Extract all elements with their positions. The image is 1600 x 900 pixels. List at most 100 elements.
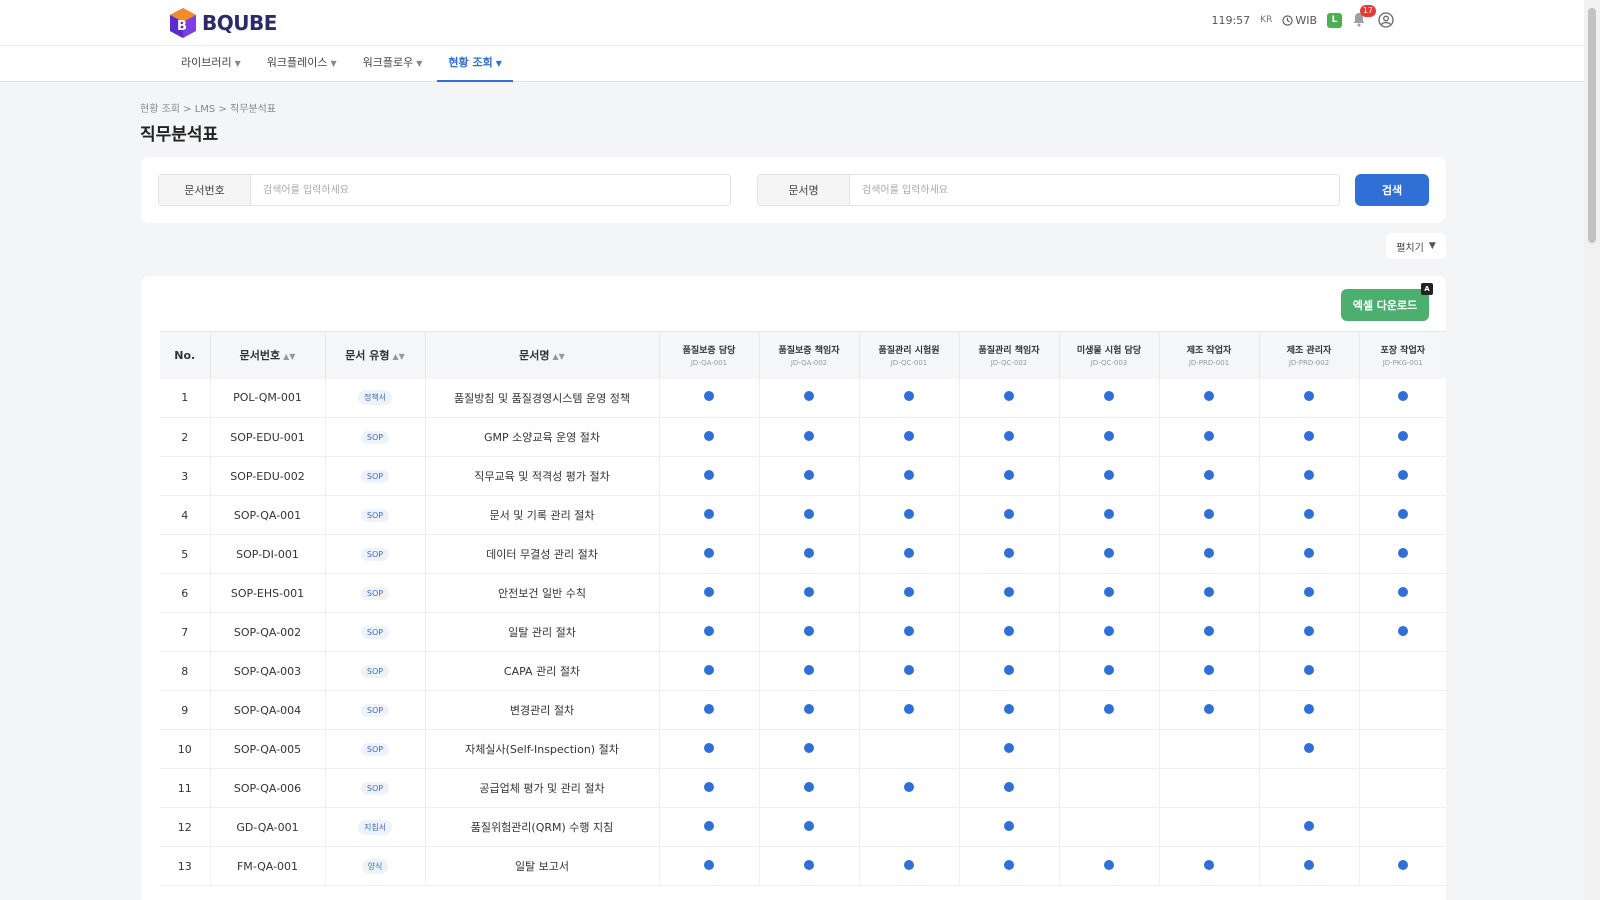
assigned-dot-icon <box>1304 742 1314 753</box>
cell-role-mark <box>959 456 1060 496</box>
assigned-dot-icon <box>804 742 814 753</box>
cell-doc-name: 품질위험관리(QRM) 수행 지침 <box>425 807 660 847</box>
cell-role-mark <box>659 690 760 730</box>
table-row[interactable]: 10 SOP-QA-005 SOP 자체실사(Self-Inspection) 절차 <box>160 729 1446 769</box>
notification-button[interactable]: 17 <box>1352 5 1376 28</box>
cell-role-mark <box>759 651 860 691</box>
nav-item-2[interactable]: 워크플로우 ▼ <box>352 46 434 82</box>
doc-number-input[interactable] <box>251 175 730 205</box>
cell-role-mark <box>1159 768 1260 808</box>
expand-button[interactable]: 펼치기 ▼ <box>1386 233 1446 259</box>
cell-role-mark <box>1259 651 1360 691</box>
table-row[interactable]: 6 SOP-EHS-001 SOP 안전보건 일반 수칙 <box>160 573 1446 613</box>
user-initial-badge[interactable]: L <box>1327 12 1342 28</box>
scrollbar-thumb[interactable] <box>1588 8 1596 243</box>
language-selector[interactable]: KR <box>1260 15 1272 25</box>
doc-name-label: 문서명 <box>758 175 850 205</box>
assigned-dot-icon <box>904 508 914 519</box>
cell-role-mark <box>1259 378 1360 418</box>
cell-doc-type: SOP <box>325 651 426 691</box>
cell-doc-no: SOP-QA-005 <box>210 729 326 769</box>
caret-down-icon: ▼ <box>234 59 241 68</box>
assigned-dot-icon <box>1304 430 1314 441</box>
caret-down-icon: ▼ <box>416 59 423 68</box>
main-nav: 라이브러리 ▼ 워크플레이스 ▼ 워크플로우 ▼ 현황 조회 ▼ <box>0 46 1584 82</box>
cell-doc-name: 직무교육 및 적격성 평가 절차 <box>425 456 660 496</box>
assigned-dot-icon <box>1204 625 1214 636</box>
assigned-dot-icon <box>804 586 814 597</box>
assigned-dot-icon <box>1004 781 1014 792</box>
cell-role-mark <box>1359 456 1446 496</box>
assigned-dot-icon <box>1204 430 1214 441</box>
cell-doc-no: SOP-EDU-002 <box>210 456 326 496</box>
table-body: 1 POL-QM-001 정책서 품질방침 및 품질경영시스템 운영 정책 2 SOP-E… <box>160 378 1446 886</box>
cell-role-mark <box>1059 807 1160 847</box>
cell-role-mark <box>1359 534 1446 574</box>
cell-role-mark <box>1059 768 1160 808</box>
search-button[interactable]: 검색 <box>1355 174 1429 206</box>
table-row[interactable]: 7 SOP-QA-002 SOP 일탈 관리 절차 <box>160 612 1446 652</box>
table-row[interactable]: 8 SOP-QA-003 SOP CAPA 관리 절차 <box>160 651 1446 691</box>
assigned-dot-icon <box>1004 625 1014 636</box>
assigned-dot-icon <box>1304 625 1314 636</box>
assigned-dot-icon <box>1004 508 1014 519</box>
table-row[interactable]: 3 SOP-EDU-002 SOP 직무교육 및 적격성 평가 절차 <box>160 456 1446 496</box>
cell-role-mark <box>959 846 1060 886</box>
role-code: JD-PKG-001 <box>1382 359 1423 368</box>
assigned-dot-icon <box>804 391 814 402</box>
cell-role-mark <box>859 690 960 730</box>
col-header-doc-type[interactable]: 문서 유형 ▲▼ <box>325 331 426 379</box>
table-row[interactable]: 1 POL-QM-001 정책서 품질방침 및 품질경영시스템 운영 정책 <box>160 378 1446 418</box>
cell-role-mark <box>1159 729 1260 769</box>
cell-role-mark <box>959 690 1060 730</box>
table-row[interactable]: 11 SOP-QA-006 SOP 공급업체 평가 및 관리 절차 <box>160 768 1446 808</box>
notification-count: 17 <box>1359 5 1376 17</box>
brand-logo[interactable]: B BQUBE <box>168 6 277 40</box>
cell-role-mark <box>659 807 760 847</box>
page-scrollbar[interactable] <box>1584 0 1600 900</box>
table-row[interactable]: 9 SOP-QA-004 SOP 변경관리 절차 <box>160 690 1446 730</box>
cell-role-mark <box>1359 417 1446 457</box>
cell-role-mark <box>659 417 760 457</box>
doc-name-input[interactable] <box>850 175 1339 205</box>
assigned-dot-icon <box>1397 430 1408 441</box>
assigned-dot-icon <box>1304 820 1314 831</box>
table-row[interactable]: 4 SOP-QA-001 SOP 문서 및 기록 관리 절차 <box>160 495 1446 535</box>
cell-doc-name: GMP 소양교육 운영 절차 <box>425 417 660 457</box>
timezone-selector[interactable]: WIB <box>1282 14 1317 27</box>
assigned-dot-icon <box>904 547 914 558</box>
nav-item-3[interactable]: 현황 조회 ▼ <box>437 46 513 82</box>
cell-role-mark <box>1259 495 1360 535</box>
cell-role-mark <box>659 612 760 652</box>
job-analysis-table: No. 문서번호 ▲▼ 문서 유형 ▲▼ 문서명 ▲▼ 품질보증 담당 JD-QA-00… <box>160 331 1446 886</box>
table-row[interactable]: 13 FM-QA-001 양식 일탈 보고서 <box>160 846 1446 886</box>
cell-role-mark <box>859 612 960 652</box>
cell-doc-type: SOP <box>325 417 426 457</box>
cell-role-mark <box>1159 534 1260 574</box>
cell-role-mark <box>1359 651 1446 691</box>
assigned-dot-icon <box>1397 859 1408 870</box>
nav-item-0[interactable]: 라이브러리 ▼ <box>170 46 252 82</box>
nav-item-1[interactable]: 워크플레이스 ▼ <box>256 46 348 82</box>
table-row[interactable]: 12 GD-QA-001 지침서 품질위험관리(QRM) 수행 지침 <box>160 807 1446 847</box>
cell-no: 13 <box>160 846 211 886</box>
table-row[interactable]: 2 SOP-EDU-001 SOP GMP 소양교육 운영 절차 <box>160 417 1446 457</box>
assigned-dot-icon <box>1304 664 1314 675</box>
table-row[interactable]: 5 SOP-DI-001 SOP 데이터 무결성 관리 절차 <box>160 534 1446 574</box>
cell-role-mark <box>1259 612 1360 652</box>
user-profile-icon[interactable] <box>1378 12 1394 28</box>
bqube-logo-icon: B <box>170 8 196 38</box>
col-header-doc-name[interactable]: 문서명 ▲▼ <box>425 331 660 379</box>
assigned-dot-icon <box>1004 664 1014 675</box>
excel-download-button[interactable]: 엑셀 다운로드 A <box>1341 283 1433 321</box>
cell-role-mark <box>1159 417 1260 457</box>
cell-role-mark <box>1259 456 1360 496</box>
cell-role-mark <box>759 534 860 574</box>
cell-role-mark <box>659 456 760 496</box>
cell-doc-name: 자체실사(Self-Inspection) 절차 <box>425 729 660 769</box>
caret-down-icon: ▼ <box>330 59 337 68</box>
role-code: JD-PRD-001 <box>1188 359 1230 368</box>
cell-role-mark <box>859 417 960 457</box>
col-header-doc-no[interactable]: 문서번호 ▲▼ <box>210 331 326 379</box>
role-code: JD-QC-002 <box>990 359 1028 368</box>
